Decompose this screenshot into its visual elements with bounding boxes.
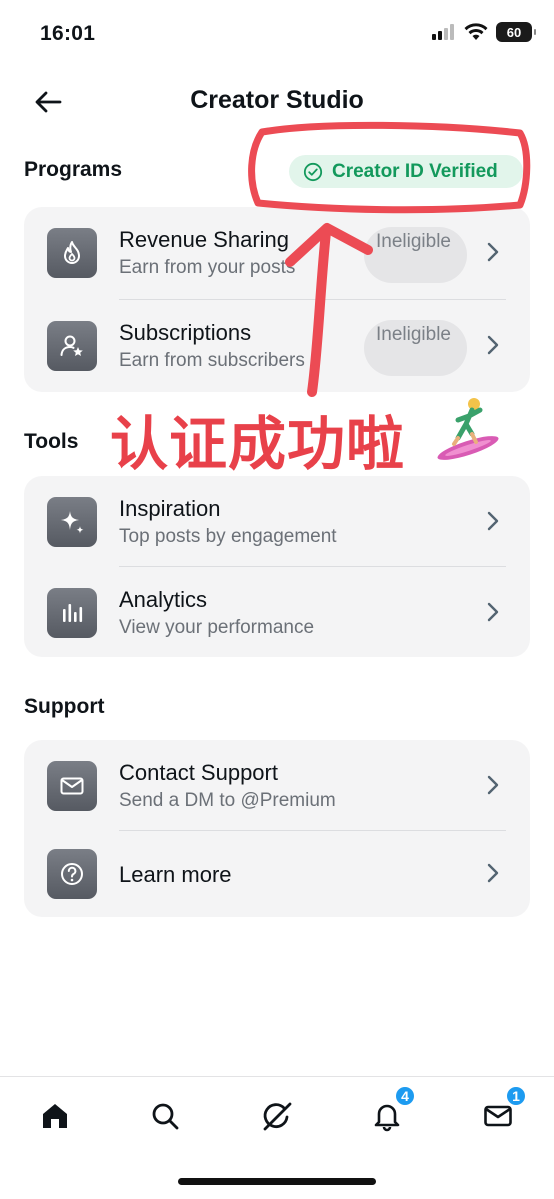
row-subtitle: Send a DM to @Premium: [119, 790, 336, 811]
tab-grok[interactable]: [252, 1091, 302, 1141]
check-circle-icon: [303, 162, 323, 182]
annotation-text: 认证成功啦: [110, 410, 406, 478]
program-row-subscriptions[interactable]: Subscriptions Earn from subscribers Inel…: [24, 300, 530, 391]
support-row-learn-more[interactable]: Learn more: [24, 828, 530, 919]
verified-badge-label: Creator ID Verified: [332, 160, 498, 182]
row-subtitle: Top posts by engagement: [119, 526, 337, 547]
programs-card: Revenue Sharing Earn from your posts Ine…: [24, 207, 530, 392]
row-subtitle: View your performance: [119, 617, 315, 638]
status-badge: Ineligible: [364, 320, 467, 376]
row-title: Analytics: [119, 587, 208, 612]
row-title: Contact Support: [119, 760, 278, 785]
signal-icon: [432, 24, 454, 40]
home-indicator: [178, 1178, 376, 1185]
person-star-icon: [47, 321, 97, 371]
message-count-badge: 1: [505, 1085, 527, 1107]
support-row-contact-support[interactable]: Contact Support Send a DM to @Premium: [24, 740, 530, 831]
tab-messages[interactable]: 1: [473, 1085, 527, 1141]
question-icon: [47, 849, 97, 899]
grok-icon: [263, 1102, 292, 1131]
page-title: Creator Studio: [190, 86, 364, 114]
row-subtitle: Earn from your posts: [119, 257, 296, 278]
row-title: Revenue Sharing: [119, 227, 290, 252]
tools-card: Inspiration Top posts by engagement Anal…: [24, 476, 530, 657]
wifi-icon: [464, 23, 488, 40]
chevron-right-icon: [487, 335, 499, 355]
chevron-right-icon: [487, 863, 499, 883]
tab-home[interactable]: [30, 1091, 80, 1141]
header: Creator Studio: [0, 78, 554, 124]
tool-row-inspiration[interactable]: Inspiration Top posts by engagement: [24, 476, 530, 567]
tab-search[interactable]: [140, 1091, 190, 1141]
notification-count-badge: 4: [394, 1085, 416, 1107]
flame-icon: [47, 228, 97, 278]
status-icons: 60: [432, 22, 536, 42]
chevron-right-icon: [487, 602, 499, 622]
chevron-right-icon: [487, 511, 499, 531]
creator-id-verified-badge: Creator ID Verified: [289, 155, 523, 188]
support-section-title: Support: [24, 695, 105, 718]
chevron-right-icon: [487, 775, 499, 795]
status-bar: 16:01 60: [0, 0, 554, 70]
row-title: Learn more: [119, 862, 232, 887]
envelope-icon: [47, 761, 97, 811]
support-card: Contact Support Send a DM to @Premium Le…: [24, 740, 530, 917]
program-row-revenue-sharing[interactable]: Revenue Sharing Earn from your posts Ine…: [24, 207, 530, 298]
battery-indicator: 60: [496, 22, 536, 42]
tool-row-analytics[interactable]: Analytics View your performance: [24, 567, 530, 658]
tab-notifications[interactable]: 4: [362, 1085, 416, 1141]
bar-chart-icon: [47, 588, 97, 638]
row-subtitle: Earn from subscribers: [119, 350, 305, 371]
home-icon: [43, 1104, 67, 1128]
status-badge: Ineligible: [364, 227, 467, 283]
surfer-emoji-icon: [437, 398, 499, 460]
row-title: Subscriptions: [119, 320, 252, 345]
tools-section-title: Tools: [24, 430, 79, 453]
status-time: 16:01: [40, 22, 96, 45]
chevron-right-icon: [487, 242, 499, 262]
programs-section-title: Programs: [24, 158, 123, 181]
search-icon: [152, 1103, 179, 1130]
sparkle-icon: [47, 497, 97, 547]
row-title: Inspiration: [119, 496, 221, 521]
